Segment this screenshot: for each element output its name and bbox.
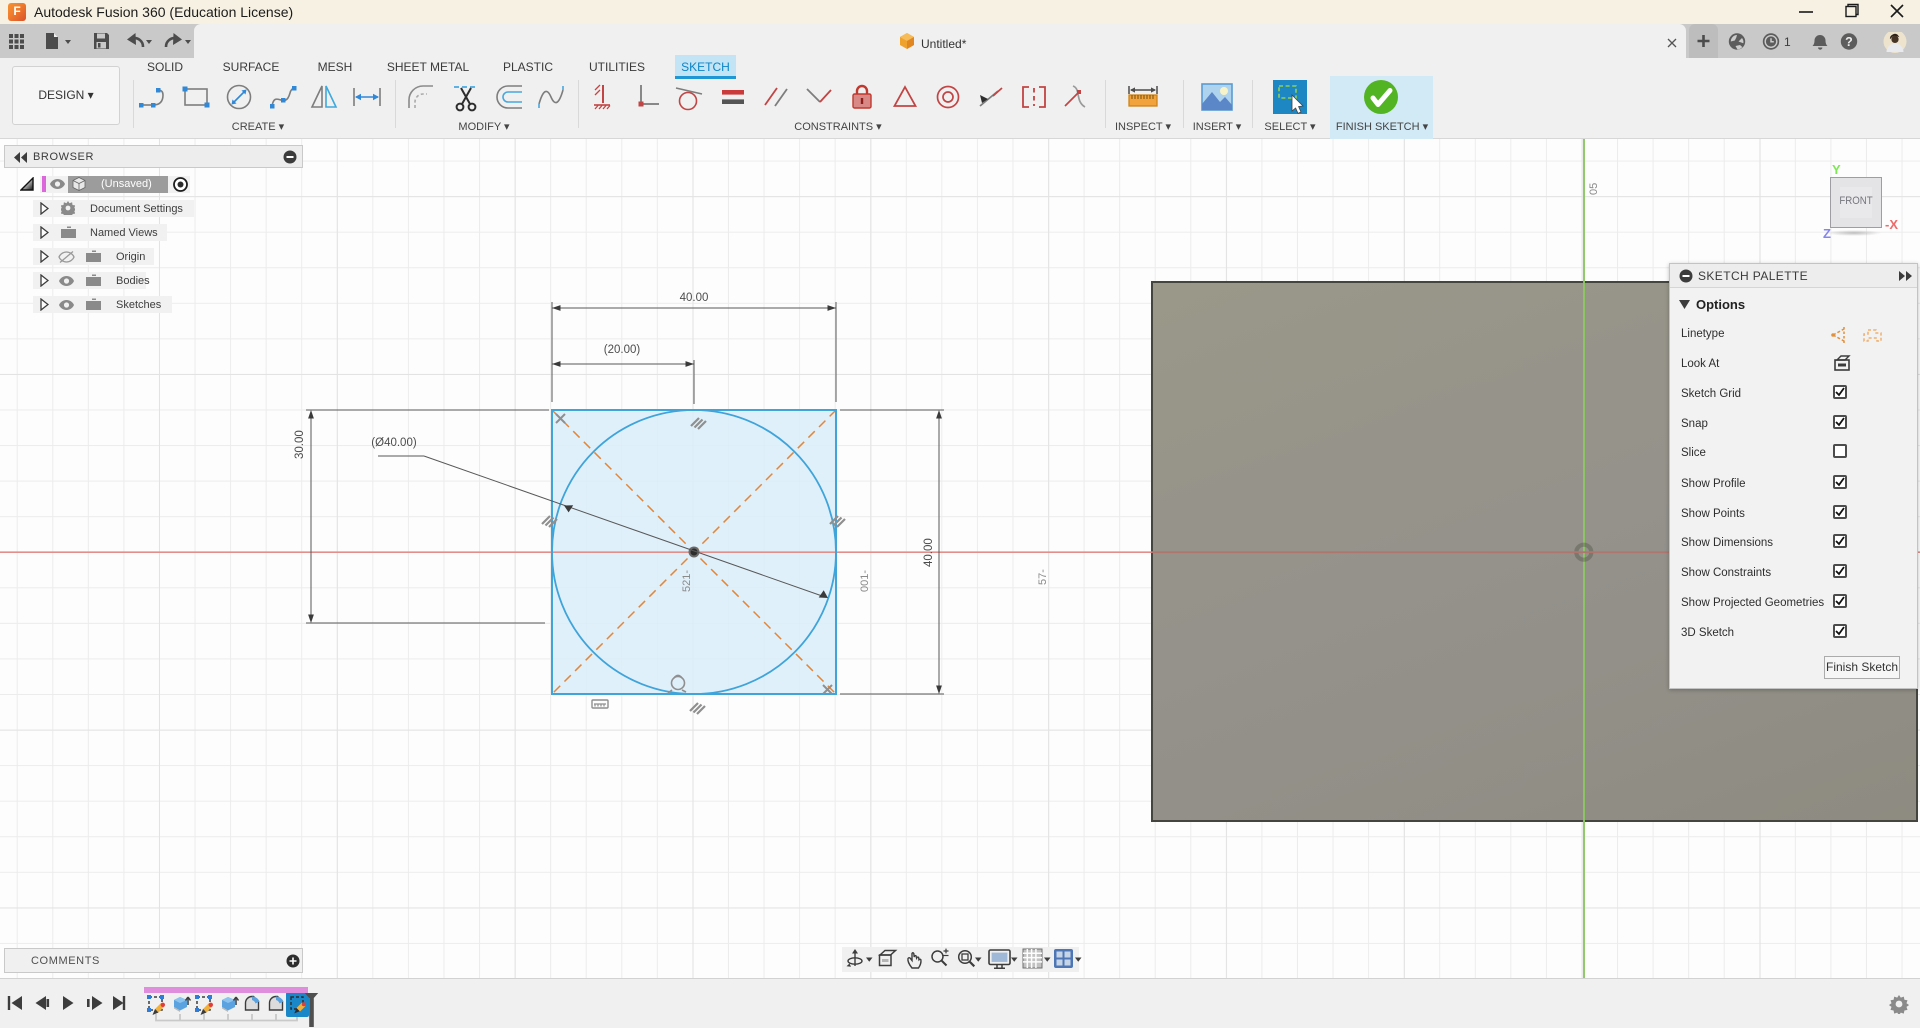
svg-text:57-: 57-: [1037, 569, 1049, 585]
svg-text:40.00: 40.00: [923, 538, 935, 567]
svg-text:521-: 521-: [681, 570, 693, 592]
svg-text:?: ?: [1845, 35, 1853, 49]
svg-text:(Ø40.00): (Ø40.00): [371, 437, 417, 449]
svg-text:30.00: 30.00: [294, 430, 306, 459]
svg-text:40.00: 40.00: [680, 292, 709, 304]
svg-text:001-: 001-: [859, 570, 871, 592]
svg-text:(20.00): (20.00): [604, 344, 641, 356]
svg-text:05: 05: [1588, 183, 1600, 195]
svg-text:1: 1: [1784, 35, 1791, 49]
